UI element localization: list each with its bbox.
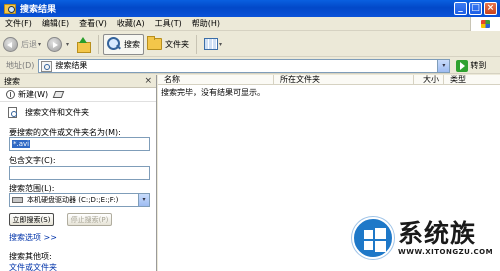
search-label: 搜索 — [124, 39, 141, 49]
search-icon — [107, 37, 121, 51]
search-options-link[interactable]: 搜索选项 >> — [9, 232, 57, 243]
title-bar: 搜索结果 _ □ × — [0, 0, 500, 17]
windows-logo-icon — [352, 217, 394, 259]
back-arrow-icon — [3, 36, 18, 52]
go-button[interactable]: 转到 — [456, 59, 487, 72]
file-name-value: *.avi — [12, 140, 31, 148]
up-folder-icon[interactable] — [76, 36, 92, 53]
look-in-value: 本机硬盘驱动器 (C:;D:;E:;F:) — [27, 196, 119, 204]
go-label: 转到 — [470, 61, 487, 70]
search-section-header: 搜索文件和文件夹 — [0, 102, 156, 123]
window-title: 搜索结果 — [20, 5, 57, 15]
search-pane-toolbar: 新建(W) — [0, 88, 156, 102]
menu-tools[interactable]: 工具(T) — [150, 18, 187, 29]
address-input[interactable]: 搜索结果 ▾ — [38, 58, 451, 73]
column-in-folder[interactable]: 所在文件夹 — [274, 75, 414, 84]
new-search-button[interactable]: 新建(W) — [18, 89, 48, 100]
no-results-message: 搜索完毕，没有结果可显示。 — [161, 88, 265, 97]
views-icon — [204, 38, 219, 50]
watermark-url: WWW.XITONGZU.COM — [398, 248, 494, 256]
file-name-input[interactable]: *.avi — [9, 137, 150, 151]
close-button[interactable]: × — [484, 2, 497, 15]
search-section-title: 搜索文件和文件夹 — [25, 108, 89, 117]
folders-label: 文件夹 — [165, 39, 190, 49]
toolbar: 后退 ▾ ▾ 搜索 文件夹 ▾ — [0, 32, 500, 57]
site-watermark: 系统族 WWW.XITONGZU.COM — [352, 205, 500, 271]
address-value: 搜索结果 — [55, 61, 88, 70]
folder-icon — [147, 36, 163, 50]
search-other-label: 搜索其他项: — [9, 252, 52, 261]
search-folder-icon — [4, 3, 16, 14]
search-now-button[interactable]: 立即搜索(S) — [9, 213, 54, 226]
search-pane: 搜索 × 新建(W) 搜索文件和文件夹 要搜索的文件或文件夹名为(M): *.a… — [0, 75, 157, 271]
menu-help[interactable]: 帮助(H) — [187, 18, 225, 29]
chevron-down-icon[interactable]: ▾ — [138, 194, 149, 206]
files-folders-link[interactable]: 文件或文件夹 — [9, 262, 57, 271]
search-pane-header: 搜索 × — [0, 75, 156, 88]
eraser-icon[interactable] — [52, 91, 65, 98]
views-dropdown-icon[interactable]: ▾ — [219, 41, 222, 48]
minimize-button[interactable]: _ — [454, 2, 467, 15]
back-dropdown-icon[interactable]: ▾ — [38, 41, 41, 48]
menu-edit[interactable]: 编辑(E) — [37, 18, 74, 29]
column-size[interactable]: 大小 — [414, 75, 444, 84]
new-search-icon[interactable] — [6, 90, 15, 99]
document-search-icon — [8, 107, 17, 118]
go-arrow-icon — [456, 59, 469, 72]
search-pane-title: 搜索 — [4, 76, 20, 86]
menu-file[interactable]: 文件(F) — [0, 18, 37, 29]
forward-button[interactable]: ▾ — [44, 34, 72, 55]
toolbar-separator — [98, 34, 100, 54]
column-type[interactable]: 类型 — [444, 75, 500, 84]
maximize-button[interactable]: □ — [469, 2, 482, 15]
back-button[interactable]: 后退 ▾ — [0, 34, 44, 55]
windows-logo-icon — [470, 17, 500, 31]
hard-drive-icon — [12, 197, 23, 203]
forward-dropdown-icon[interactable]: ▾ — [66, 41, 69, 48]
forward-arrow-icon — [47, 36, 63, 52]
address-label: 地址(D) — [6, 61, 35, 70]
column-name[interactable]: 名称 — [158, 75, 274, 84]
menu-view[interactable]: 查看(V) — [74, 18, 112, 29]
watermark-brand: 系统族 — [398, 219, 477, 248]
views-button[interactable]: ▾ — [201, 34, 225, 55]
back-label: 后退 — [21, 39, 37, 49]
folders-button[interactable]: 文件夹 — [144, 34, 192, 55]
stop-search-button[interactable]: 停止搜索(P) — [67, 213, 112, 226]
search-results-icon — [41, 60, 53, 72]
address-dropdown-icon[interactable]: ▾ — [437, 59, 450, 72]
contains-text-label: 包含文字(C): — [9, 156, 56, 165]
results-column-header: 名称 所在文件夹 大小 类型 — [158, 75, 500, 85]
menu-bar: 文件(F) 编辑(E) 查看(V) 收藏(A) 工具(T) 帮助(H) — [0, 17, 500, 31]
close-icon[interactable]: × — [144, 76, 152, 86]
menu-favorites[interactable]: 收藏(A) — [112, 18, 150, 29]
address-bar: 地址(D) 搜索结果 ▾ 转到 — [0, 58, 500, 74]
window-controls: _ □ × — [454, 2, 497, 15]
toolbar-separator — [196, 34, 198, 54]
search-button[interactable]: 搜索 — [103, 33, 145, 55]
contains-text-input[interactable] — [9, 166, 150, 180]
look-in-select[interactable]: 本机硬盘驱动器 (C:;D:;E:;F:) ▾ — [9, 193, 150, 207]
